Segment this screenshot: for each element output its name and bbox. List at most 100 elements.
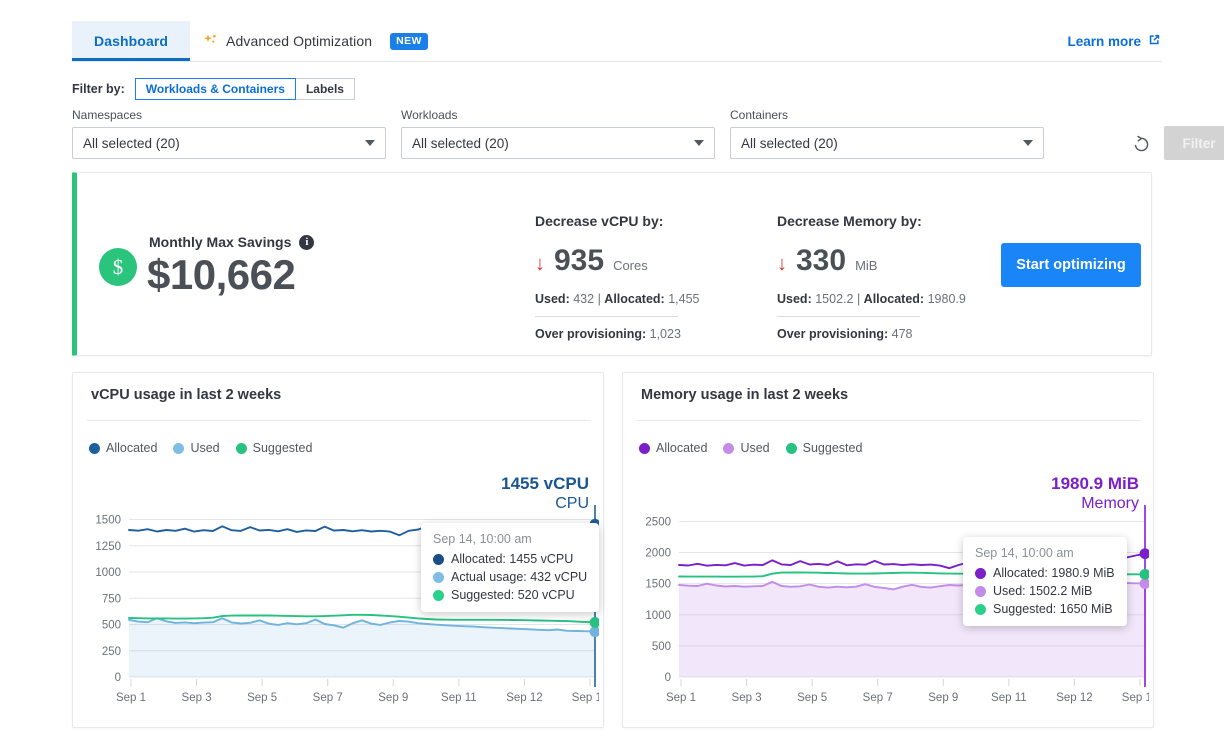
metric-memory-value: 330: [796, 244, 846, 278]
metric-vcpu-title: Decrease vCPU by:: [535, 213, 700, 229]
tooltip-cpu-used: Actual usage: 432 vCPU: [451, 570, 587, 584]
metric-memory-over-label: Over provisioning:: [777, 327, 888, 341]
legend-item-suggested[interactable]: Suggested: [786, 441, 863, 455]
legend-item-used[interactable]: Used: [173, 441, 219, 455]
tooltip-dot-used: [975, 586, 986, 597]
segment-workloads-containers-label: Workloads & Containers: [146, 82, 285, 96]
chart-cpu-current-number: 1455 vCPU: [501, 473, 589, 494]
svg-text:1500: 1500: [645, 579, 671, 591]
filter-apply-button[interactable]: Filter: [1164, 126, 1224, 160]
legend-item-suggested[interactable]: Suggested: [236, 441, 313, 455]
containers-select[interactable]: All selected (20): [730, 127, 1044, 159]
containers-value: All selected (20): [741, 136, 838, 151]
tab-bar: Dashboard Advanced Optimization NEW Lear…: [72, 22, 1162, 62]
metric-vcpu-used-label: Used:: [535, 292, 570, 306]
containers-label: Containers: [730, 108, 1044, 122]
chart-memory-legend: Allocated Used Suggested: [639, 441, 862, 455]
metric-memory-allocated-value: 1980.9: [928, 292, 966, 306]
metric-vcpu-value-row: ↓ 935 Cores: [535, 244, 700, 278]
tooltip-dot-suggested: [975, 604, 986, 615]
namespaces-label: Namespaces: [72, 108, 386, 122]
filter-by-label: Filter by:: [72, 82, 125, 96]
legend-label-allocated: Allocated: [106, 441, 157, 455]
legend-dot-used: [723, 443, 734, 454]
svg-text:1000: 1000: [95, 567, 121, 579]
metric-vcpu-over-value: 1,023: [650, 327, 681, 341]
tooltip-memory-row-allocated: Allocated: 1980.9 MiB: [975, 566, 1115, 580]
svg-text:1500: 1500: [95, 515, 121, 527]
metric-memory-used-label: Used:: [777, 292, 812, 306]
tooltip-dot-used: [433, 572, 444, 583]
legend-item-allocated[interactable]: Allocated: [639, 441, 707, 455]
legend-item-allocated[interactable]: Allocated: [89, 441, 157, 455]
filter-by-row: Filter by: Workloads & Containers Labels: [72, 78, 355, 100]
segment-labels-label: Labels: [306, 82, 344, 96]
metric-memory-separator: |: [857, 292, 860, 306]
down-arrow-icon: ↓: [535, 254, 545, 274]
tooltip-dot-suggested: [433, 590, 444, 601]
svg-text:2500: 2500: [645, 516, 671, 528]
tab-dashboard[interactable]: Dashboard: [72, 21, 190, 61]
svg-text:Sep 3: Sep 3: [732, 692, 762, 704]
svg-text:Sep 9: Sep 9: [378, 692, 408, 704]
segment-workloads-containers[interactable]: Workloads & Containers: [135, 78, 296, 100]
namespaces-select[interactable]: All selected (20): [72, 127, 386, 159]
metric-memory-over-value: 478: [892, 327, 913, 341]
chevron-down-icon: [365, 140, 375, 146]
legend-label-suggested: Suggested: [253, 441, 313, 455]
metric-vcpu-subline: Used: 432 | Allocated: 1,455: [535, 292, 700, 306]
legend-label-used: Used: [190, 441, 219, 455]
tooltip-memory-row-used: Used: 1502.2 MiB: [975, 584, 1115, 598]
legend-dot-used: [173, 443, 184, 454]
savings-card: $ Monthly Max Savings i $10,662 Decrease…: [72, 172, 1152, 356]
svg-text:Sep 5: Sep 5: [797, 692, 827, 704]
metric-memory-unit: MiB: [855, 258, 877, 273]
info-icon[interactable]: i: [299, 235, 314, 250]
legend-dot-allocated: [639, 443, 650, 454]
svg-text:Sep 3: Sep 3: [182, 692, 212, 704]
sparkle-icon: [202, 32, 220, 50]
filters-row: Namespaces All selected (20) Workloads A…: [72, 108, 1162, 158]
chart-cpu-title: vCPU usage in last 2 weeks: [91, 387, 281, 403]
legend-dot-suggested: [236, 443, 247, 454]
learn-more-label: Learn more: [1067, 34, 1141, 49]
legend-label-used: Used: [740, 441, 769, 455]
learn-more-link[interactable]: Learn more: [1067, 32, 1162, 50]
metric-memory-subline: Used: 1502.2 | Allocated: 1980.9: [777, 292, 966, 306]
metric-memory-overprovisioning: Over provisioning: 478: [777, 327, 966, 341]
chart-panel-memory: Memory usage in last 2 weeks Allocated U…: [622, 372, 1154, 728]
segment-labels[interactable]: Labels: [295, 78, 355, 100]
tab-dashboard-label: Dashboard: [94, 33, 168, 49]
metric-vcpu-overprovisioning: Over provisioning: 1,023: [535, 327, 700, 341]
metric-vcpu-divider: [535, 316, 678, 317]
tab-advanced-optimization[interactable]: Advanced Optimization NEW: [190, 21, 450, 61]
metric-vcpu: Decrease vCPU by: ↓ 935 Cores Used: 432 …: [535, 213, 700, 341]
svg-text:Sep 14: Sep 14: [1122, 692, 1149, 704]
svg-text:Sep 12: Sep 12: [506, 692, 542, 704]
workloads-select[interactable]: All selected (20): [401, 127, 715, 159]
containers-field: Containers All selected (20): [730, 108, 1044, 159]
external-link-icon: [1147, 32, 1162, 50]
metric-vcpu-unit: Cores: [613, 258, 648, 273]
svg-text:0: 0: [115, 672, 121, 684]
workloads-label: Workloads: [401, 108, 715, 122]
refresh-icon[interactable]: [1128, 131, 1154, 157]
metric-vcpu-separator: |: [598, 292, 601, 306]
metric-memory-value-row: ↓ 330 MiB: [777, 244, 966, 278]
dollar-icon: $: [99, 248, 137, 286]
savings-title-label: Monthly Max Savings: [149, 234, 291, 250]
start-optimizing-button[interactable]: Start optimizing: [1001, 243, 1141, 287]
namespaces-field: Namespaces All selected (20): [72, 108, 386, 159]
chart-memory-title: Memory usage in last 2 weeks: [641, 387, 848, 403]
legend-item-used[interactable]: Used: [723, 441, 769, 455]
chevron-down-icon: [694, 140, 704, 146]
tooltip-cpu-time: Sep 14, 10:00 am: [433, 532, 587, 546]
svg-text:Sep 5: Sep 5: [247, 692, 277, 704]
svg-text:500: 500: [102, 620, 121, 632]
tooltip-dot-allocated: [975, 568, 986, 579]
tooltip-cpu-suggested: Suggested: 520 vCPU: [451, 588, 575, 602]
svg-text:250: 250: [102, 646, 121, 658]
svg-text:Sep 12: Sep 12: [1056, 692, 1092, 704]
metric-memory-used-value: 1502.2: [815, 292, 853, 306]
tab-advanced-optimization-label: Advanced Optimization: [226, 33, 372, 49]
